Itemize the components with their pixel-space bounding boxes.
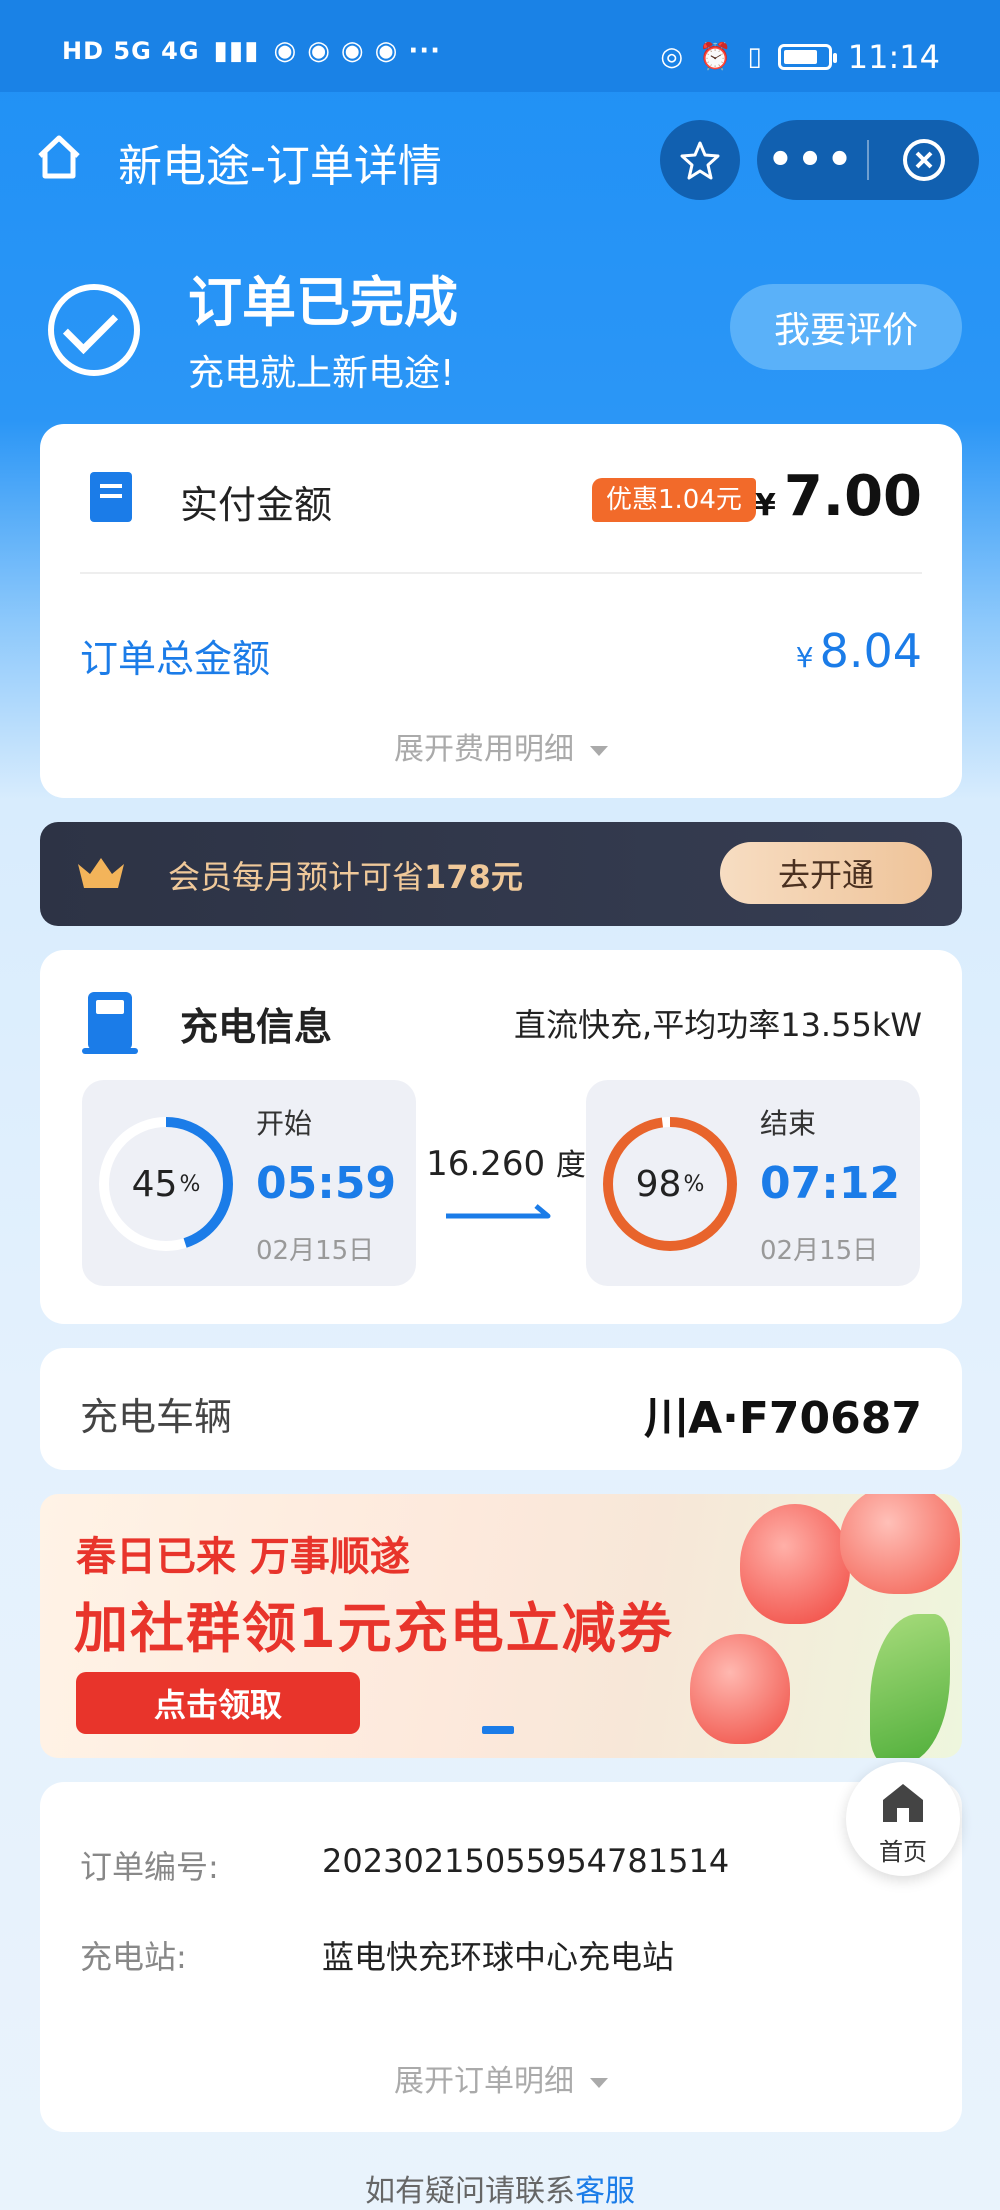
nav-bar: 新电途-订单详情 ••• [0, 92, 1000, 222]
expand-order-label: 展开订单明细 [394, 2064, 574, 2099]
promo-title: 加社群领1元充电立减券 [74, 1597, 674, 1660]
payment-card: 实付金额 优惠1.04元 ¥7.00 订单总金额 ¥8.04 展开费用明细 [40, 424, 962, 798]
start-soc-number: 45 [131, 1163, 178, 1205]
eye-icon: ◎ [660, 42, 684, 72]
license-plate: 川A·F70687 [644, 1393, 922, 1444]
end-soc-box: 98% 结束 07:12 02月15日 [586, 1080, 920, 1286]
total-amount-label: 订单总金额 [80, 637, 271, 681]
clock-time: 11:14 [847, 38, 940, 76]
star-icon [680, 141, 720, 180]
member-banner[interactable]: 会员每月预计可省178元 去开通 [40, 822, 962, 926]
vehicle-label: 充电车辆 [80, 1395, 233, 1439]
expand-order-details[interactable]: 展开订单明细 [40, 2056, 962, 2100]
battery-icon [777, 44, 837, 70]
carousel-indicator [482, 1726, 514, 1734]
claim-button[interactable]: 点击领取 [76, 1672, 360, 1734]
support-footer: 如有疑问请联系客服 [0, 2166, 1000, 2210]
member-text-prefix: 会员每月预计可省 [168, 858, 425, 896]
promo-banner[interactable]: 春日已来 万事顺遂 加社群领1元充电立减券 点击领取 [40, 1494, 962, 1758]
start-soc-value: 45% [96, 1114, 236, 1254]
paid-amount: ¥7.00 [755, 464, 922, 529]
tulip-illustration [690, 1634, 790, 1744]
close-icon [903, 139, 945, 181]
total-amount: ¥8.04 [796, 624, 922, 678]
mini-program-capsule: ••• [757, 120, 979, 200]
paid-amount-label: 实付金额 [180, 483, 333, 527]
energy-value: 16.260 [426, 1144, 546, 1184]
signal-icon: ▮▮▮ [213, 36, 260, 66]
end-time: 07:12 [760, 1158, 901, 1209]
caret-down-icon [590, 745, 608, 756]
end-date: 02月15日 [760, 1236, 879, 1266]
receipt-icon [90, 472, 132, 522]
start-date: 02月15日 [256, 1236, 375, 1266]
charging-info-card: 充电信息 直流快充,平均功率13.55kW 45% 开始 05:59 02月15… [40, 950, 962, 1324]
start-time: 05:59 [256, 1158, 397, 1209]
currency-symbol: ¥ [795, 641, 814, 674]
order-number-label: 订单编号: [80, 1848, 219, 1886]
page-title: 新电途-订单详情 [118, 141, 442, 192]
notification-icons: ◉ ◉ ◉ ◉ ··· [273, 36, 442, 66]
network-status-text: HD 5G 4G [62, 37, 200, 65]
check-circle-icon [48, 284, 140, 376]
charging-type: 直流快充,平均功率13.55kW [514, 1006, 922, 1044]
expand-fee-details[interactable]: 展开费用明细 [40, 724, 962, 768]
review-button[interactable]: 我要评价 [730, 284, 962, 370]
network-indicators: HD 5G 4G ▮▮▮ ◉ ◉ ◉ ◉ ··· [62, 36, 441, 66]
system-indicators: ◎ ⏰ ▯ 11:14 [660, 38, 940, 76]
favorite-button[interactable] [660, 120, 740, 200]
order-status-subtitle: 充电就上新电途! [188, 353, 455, 394]
charger-icon [82, 992, 138, 1054]
end-label: 结束 [760, 1107, 817, 1140]
member-savings-text: 会员每月预计可省178元 [168, 852, 523, 898]
home-floating-button[interactable]: 首页 [846, 1762, 960, 1876]
station-label: 充电站: [80, 1938, 187, 1976]
member-activate-button[interactable]: 去开通 [720, 842, 932, 904]
tulip-illustration [740, 1504, 850, 1624]
start-label: 开始 [256, 1107, 313, 1140]
caret-down-icon [590, 2077, 608, 2088]
house-icon [883, 1784, 923, 1822]
expand-fee-label: 展开费用明细 [394, 732, 574, 767]
crown-icon [78, 858, 124, 888]
end-soc-number: 98 [635, 1163, 682, 1205]
percent-sign: % [179, 1171, 201, 1197]
close-button[interactable] [869, 137, 979, 183]
order-status-title: 订单已完成 [188, 271, 458, 334]
percent-sign: % [683, 1171, 705, 1197]
charging-info-label: 充电信息 [180, 1005, 333, 1049]
vibrate-icon: ▯ [747, 42, 762, 72]
start-soc-box: 45% 开始 05:59 02月15日 [82, 1080, 416, 1286]
tulip-illustration [840, 1494, 960, 1594]
total-amount-value: 8.04 [819, 624, 922, 678]
home-label: 首页 [879, 1838, 927, 1866]
order-details-card: 订单编号: 20230215055954781514 充电站: 蓝电快充环球中心… [40, 1782, 962, 2132]
divider [80, 572, 922, 574]
support-text: 如有疑问请联系 [365, 2174, 575, 2209]
customer-service-link[interactable]: 客服 [575, 2174, 635, 2209]
member-savings-amount: 178元 [424, 858, 523, 896]
paid-amount-value: 7.00 [783, 464, 922, 529]
energy-amount: 16.260 度 [426, 1140, 586, 1184]
alarm-icon: ⏰ [699, 42, 732, 72]
leaf-illustration [870, 1614, 950, 1758]
more-options-button[interactable]: ••• [757, 120, 867, 200]
currency-symbol: ¥ [754, 488, 776, 523]
station-value: 蓝电快充环球中心充电站 [322, 1938, 675, 1976]
status-bar: HD 5G 4G ▮▮▮ ◉ ◉ ◉ ◉ ··· ◎ ⏰ ▯ 11:14 [0, 0, 1000, 92]
end-soc-value: 98% [600, 1114, 740, 1254]
order-number-value: 20230215055954781514 [322, 1842, 730, 1880]
energy-unit: 度 [555, 1148, 586, 1183]
arrow-right-icon [446, 1204, 551, 1219]
home-icon[interactable] [34, 132, 84, 182]
vehicle-card: 充电车辆 川A·F70687 [40, 1348, 962, 1470]
discount-badge: 优惠1.04元 [592, 478, 756, 522]
promo-headline: 春日已来 万事顺遂 [76, 1534, 410, 1580]
